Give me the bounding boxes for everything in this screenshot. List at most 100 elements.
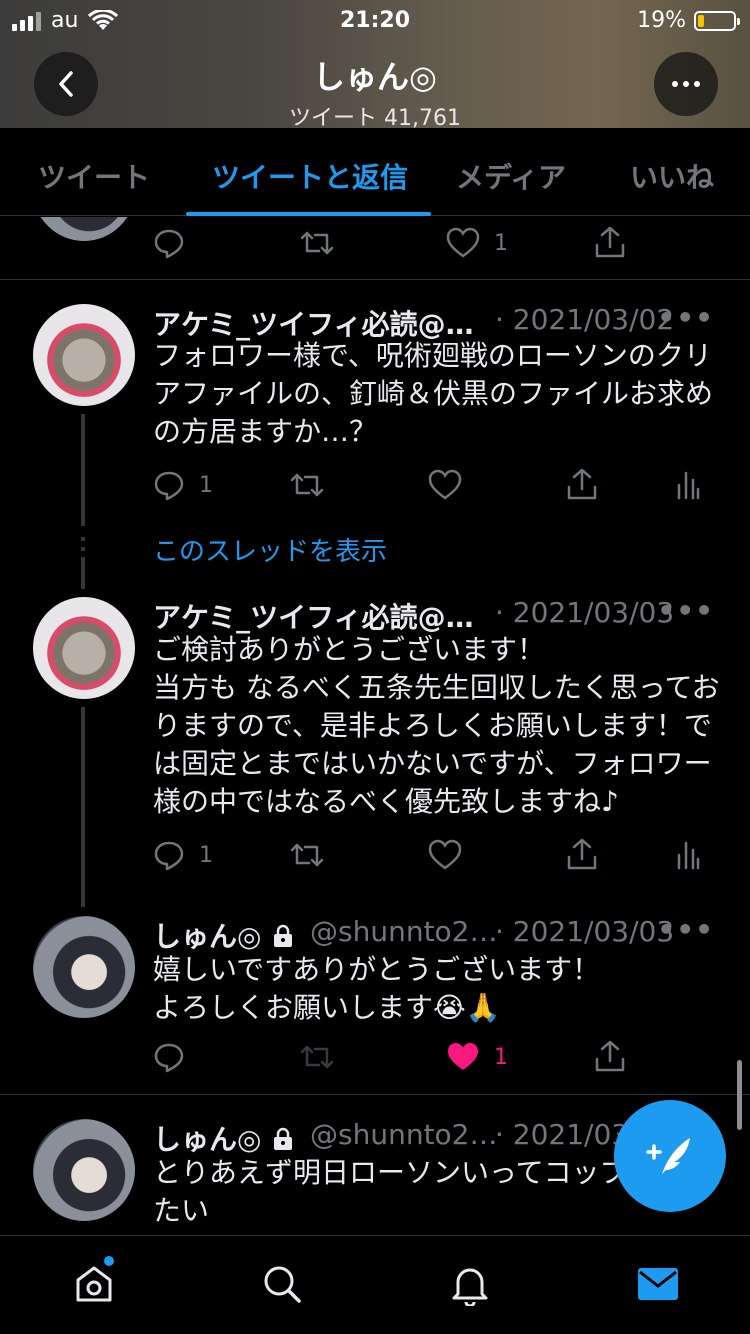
divider xyxy=(0,279,750,280)
retweet-icon xyxy=(300,231,334,255)
retweet-icon xyxy=(290,473,324,497)
share-button[interactable] xyxy=(594,225,626,259)
reply-icon xyxy=(154,471,184,501)
avatar[interactable] xyxy=(33,597,135,699)
avatar[interactable] xyxy=(33,916,135,1018)
thread-line xyxy=(81,547,85,551)
tweet-text-line: 嬉しいですありがとうございます！ xyxy=(153,953,601,986)
tweet-text-line: 当方も なるべく五条先生回収したく思っておりますので、是非よろしくお願いします！… xyxy=(153,671,720,818)
compose-feather-icon xyxy=(646,1138,690,1174)
heart-icon xyxy=(428,839,462,870)
notification-dot xyxy=(104,1256,114,1266)
tweet-author[interactable]: しゅん◎ xyxy=(153,915,295,955)
search-icon xyxy=(264,1266,301,1303)
battery-icon xyxy=(694,10,740,31)
tweet-text-line: ご検討ありがとうございます！ xyxy=(153,633,546,666)
tweet-date[interactable]: · 2021/03 xyxy=(495,1118,629,1151)
tweet-feed[interactable]: 1 アケミ_ツイフィ必読@… · 2021/03/02 ••• フォロワー様で、… xyxy=(0,217,750,1235)
lock-icon xyxy=(274,1127,293,1150)
like-button[interactable] xyxy=(428,839,462,871)
share-icon xyxy=(595,1040,625,1072)
nav-notifications[interactable] xyxy=(446,1260,494,1308)
tweet-text: 嬉しいですありがとうございます！ よろしくお願いします😭🙏 xyxy=(153,951,723,1027)
tweet-text: フォロワー様で、呪術廻戦のローソンのクリアファイルの、釘崎＆伏黒のファイルお求め… xyxy=(153,339,714,448)
author-name: しゅん◎ xyxy=(153,920,262,953)
like-count: 1 xyxy=(494,1044,508,1070)
tweet-handle[interactable]: @shunnto2… xyxy=(310,1118,498,1151)
thread-line xyxy=(81,557,85,589)
profile-tabs: ツイート ツイートと返信 メディア いいね xyxy=(0,128,750,216)
share-icon xyxy=(567,468,597,500)
retweet-button[interactable] xyxy=(299,227,335,259)
heart-filled-icon xyxy=(448,1043,478,1070)
tweet-date[interactable]: · 2021/03/03 xyxy=(495,596,674,629)
heart-icon xyxy=(446,227,480,258)
more-horizontal-icon xyxy=(672,81,700,87)
retweet-button[interactable] xyxy=(289,839,325,871)
tweet-text-line: よろしくお願いします😭🙏 xyxy=(153,991,501,1024)
share-button[interactable] xyxy=(594,1039,626,1073)
analytics-icon xyxy=(677,471,700,500)
tweet-text: ご検討ありがとうございます！ 当方も なるべく五条先生回収したく思っておりますの… xyxy=(153,631,723,821)
nav-home[interactable] xyxy=(70,1260,118,1308)
retweet-icon xyxy=(300,1045,334,1069)
retweet-icon xyxy=(290,843,324,867)
lock-icon xyxy=(274,924,293,947)
reply-button[interactable]: 1 xyxy=(153,839,213,871)
retweet-button[interactable] xyxy=(299,1041,335,1073)
active-tab-indicator xyxy=(186,212,431,216)
profile-title: しゅん◎ ツイート 41,761 xyxy=(0,52,750,132)
analytics-button[interactable] xyxy=(676,467,700,501)
heart-icon xyxy=(428,469,462,500)
reply-icon xyxy=(154,229,184,259)
compose-tweet-button[interactable] xyxy=(614,1100,726,1212)
reply-icon xyxy=(154,1043,184,1073)
like-button[interactable]: 1 xyxy=(446,227,508,259)
thread-line xyxy=(81,414,85,526)
tab-tweets[interactable]: ツイート xyxy=(38,156,150,196)
scrollbar[interactable] xyxy=(737,1060,742,1130)
more-button[interactable] xyxy=(654,52,718,116)
like-count: 1 xyxy=(494,230,508,256)
analytics-button[interactable] xyxy=(676,837,700,871)
tweet-author[interactable]: しゅん◎ xyxy=(153,1118,295,1158)
tab-media[interactable]: メディア xyxy=(456,156,566,196)
home-icon xyxy=(76,1266,112,1302)
share-button[interactable] xyxy=(566,467,598,501)
share-icon xyxy=(595,226,625,258)
battery-percent: 19% xyxy=(637,8,686,33)
mail-icon xyxy=(638,1268,678,1300)
reply-button[interactable] xyxy=(153,227,185,259)
nav-messages[interactable] xyxy=(634,1260,682,1308)
retweet-button[interactable] xyxy=(289,469,325,501)
avatar[interactable] xyxy=(33,304,135,406)
analytics-icon xyxy=(677,841,700,870)
bottom-nav xyxy=(0,1235,750,1334)
tweet-menu-button[interactable]: ••• xyxy=(657,301,714,334)
nav-search[interactable] xyxy=(258,1260,306,1308)
tweet-menu-button[interactable]: ••• xyxy=(657,913,714,946)
like-button[interactable]: 1 xyxy=(446,1041,508,1073)
tab-tweets-replies[interactable]: ツイートと返信 xyxy=(212,156,408,196)
tab-likes[interactable]: いいね xyxy=(630,156,714,196)
reply-button[interactable]: 1 xyxy=(153,469,213,501)
tweet-handle[interactable]: @shunnto2… xyxy=(310,915,498,948)
reply-count: 1 xyxy=(199,472,213,498)
profile-name: しゅん◎ xyxy=(313,58,437,96)
bell-icon xyxy=(452,1268,488,1306)
avatar[interactable] xyxy=(33,1119,135,1221)
thread-line xyxy=(81,537,85,541)
reply-count: 1 xyxy=(199,842,213,868)
avatar[interactable] xyxy=(33,217,135,241)
author-name: しゅん◎ xyxy=(153,1123,262,1156)
reply-icon xyxy=(154,841,184,871)
tweet-date[interactable]: · 2021/03/03 xyxy=(495,915,674,948)
share-button[interactable] xyxy=(566,837,598,871)
tweet-date[interactable]: · 2021/03/02 xyxy=(495,303,674,336)
like-button[interactable] xyxy=(428,469,462,501)
tweet-menu-button[interactable]: ••• xyxy=(657,594,714,627)
show-thread-link[interactable]: このスレッドを表示 xyxy=(153,531,387,568)
share-icon xyxy=(567,838,597,870)
tweet-author[interactable]: アケミ_ツイフィ必読@… xyxy=(153,596,474,636)
reply-button[interactable] xyxy=(153,1041,185,1073)
